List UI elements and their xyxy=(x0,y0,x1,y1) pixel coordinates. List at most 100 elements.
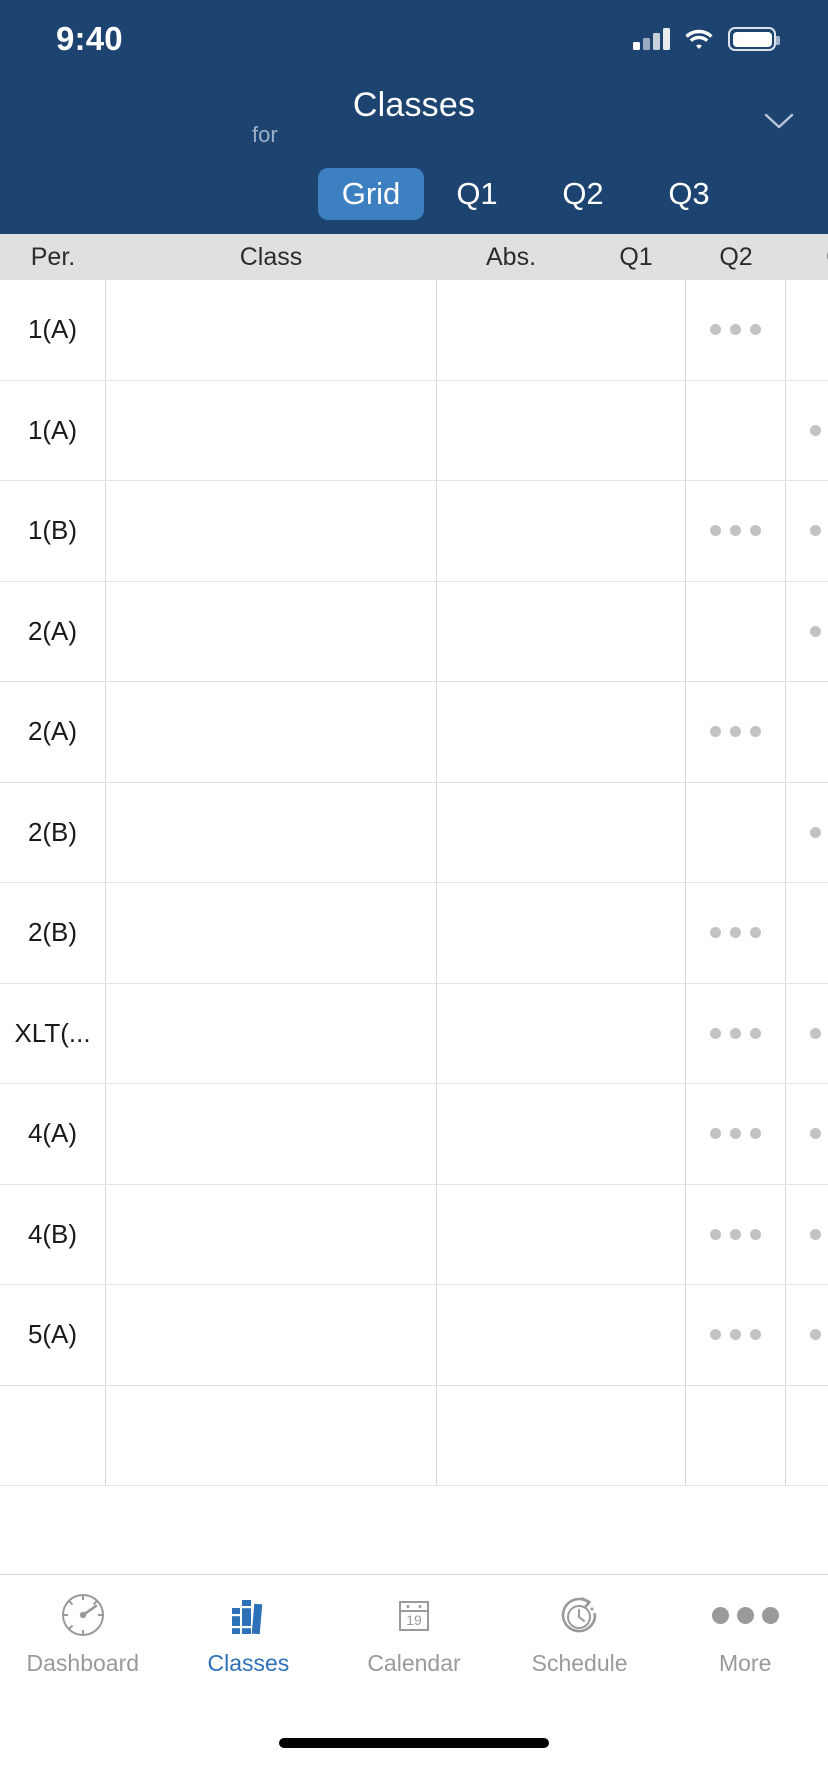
cell-abs[interactable] xyxy=(436,280,586,380)
cell-abs[interactable] xyxy=(436,1184,586,1284)
cell-period[interactable]: 1(B) xyxy=(0,481,106,581)
cell-q2[interactable] xyxy=(686,1285,786,1385)
cell-abs[interactable] xyxy=(436,682,586,782)
cell-q1[interactable] xyxy=(586,1184,686,1284)
cell-q3[interactable] xyxy=(786,984,828,1084)
segment-grid[interactable]: Grid xyxy=(318,168,424,220)
cell-q3[interactable] xyxy=(786,1084,828,1184)
segment-q3[interactable]: Q3 xyxy=(636,168,742,220)
cell-q1[interactable] xyxy=(586,1084,686,1184)
cell-abs[interactable] xyxy=(436,883,586,983)
cell-period[interactable] xyxy=(0,1385,106,1485)
tab-schedule[interactable]: Schedule xyxy=(497,1589,663,1677)
cell-q3[interactable] xyxy=(786,381,828,481)
cell-abs[interactable] xyxy=(436,581,586,681)
cell-q3[interactable] xyxy=(786,1185,828,1285)
cell-abs[interactable] xyxy=(436,983,586,1083)
cell-q1[interactable] xyxy=(586,481,686,581)
cell-q2[interactable] xyxy=(686,1385,786,1485)
cell-period[interactable]: 2(B) xyxy=(0,883,106,983)
cell-q1[interactable] xyxy=(586,883,686,983)
cell-class[interactable] xyxy=(106,682,436,782)
table-row[interactable]: 1(A) xyxy=(0,280,828,381)
tab-more[interactable]: More xyxy=(662,1589,828,1677)
cell-q2[interactable] xyxy=(686,1184,786,1284)
column-header-q3[interactable]: Q xyxy=(786,243,828,272)
cell-q2[interactable] xyxy=(686,1084,786,1184)
cell-class[interactable] xyxy=(106,1285,436,1385)
cell-q2[interactable] xyxy=(686,782,786,882)
table-row[interactable]: 1(A) xyxy=(0,380,828,481)
cell-q3[interactable] xyxy=(786,481,828,581)
table-row[interactable]: 2(A) xyxy=(0,682,828,783)
cell-q2[interactable] xyxy=(686,682,786,782)
tab-dashboard[interactable]: Dashboard xyxy=(0,1589,166,1677)
cell-period[interactable]: XLT(... xyxy=(0,983,106,1083)
cell-abs[interactable] xyxy=(436,782,586,882)
cell-q2[interactable] xyxy=(686,380,786,480)
table-row[interactable]: 4(B) xyxy=(0,1184,828,1285)
cell-period[interactable]: 4(B) xyxy=(0,1184,106,1284)
cell-class[interactable] xyxy=(106,582,436,682)
segment-q1[interactable]: Q1 xyxy=(424,168,530,220)
cell-class[interactable] xyxy=(106,280,436,380)
cell-class[interactable] xyxy=(106,984,436,1084)
cell-q3[interactable] xyxy=(786,682,828,782)
cell-class[interactable] xyxy=(106,481,436,581)
cell-abs[interactable] xyxy=(436,380,586,480)
cell-period[interactable]: 4(A) xyxy=(0,1084,106,1184)
cell-period[interactable]: 1(A) xyxy=(0,380,106,480)
cell-period[interactable]: 2(A) xyxy=(0,682,106,782)
table-row[interactable]: 5(A) xyxy=(0,1285,828,1386)
chevron-down-icon[interactable] xyxy=(762,104,796,138)
cell-q2[interactable] xyxy=(686,983,786,1083)
column-header-period[interactable]: Per. xyxy=(0,243,106,272)
classes-grid[interactable]: Per. Class Abs. Q1 Q2 Q 1(A)1(A)1(B)2(A)… xyxy=(0,234,828,1574)
cell-q1[interactable] xyxy=(586,682,686,782)
cell-class[interactable] xyxy=(106,381,436,481)
table-row[interactable]: 1(B) xyxy=(0,481,828,582)
table-row[interactable] xyxy=(0,1385,828,1486)
column-header-class[interactable]: Class xyxy=(106,243,436,272)
cell-period[interactable]: 2(A) xyxy=(0,581,106,681)
table-row[interactable]: 4(A) xyxy=(0,1084,828,1185)
segment-q2[interactable]: Q2 xyxy=(530,168,636,220)
cell-class[interactable] xyxy=(106,883,436,983)
cell-q3[interactable] xyxy=(786,1386,828,1486)
cell-period[interactable]: 1(A) xyxy=(0,280,106,380)
cell-q1[interactable] xyxy=(586,380,686,480)
table-row[interactable]: 2(B) xyxy=(0,782,828,883)
column-header-q2[interactable]: Q2 xyxy=(686,243,786,272)
cell-q3[interactable] xyxy=(786,280,828,380)
bottom-tab-bar[interactable]: Dashboard Classes 19 Calendar Schedule M… xyxy=(0,1574,828,1714)
cell-q1[interactable] xyxy=(586,280,686,380)
cell-abs[interactable] xyxy=(436,1385,586,1485)
cell-q1[interactable] xyxy=(586,1285,686,1385)
view-segmented-control[interactable]: Grid Q1 Q2 Q3 xyxy=(318,168,828,220)
cell-q2[interactable] xyxy=(686,280,786,380)
cell-q2[interactable] xyxy=(686,883,786,983)
tab-calendar[interactable]: 19 Calendar xyxy=(331,1589,497,1677)
cell-q1[interactable] xyxy=(586,1385,686,1485)
cell-q1[interactable] xyxy=(586,983,686,1083)
cell-period[interactable]: 5(A) xyxy=(0,1285,106,1385)
cell-q3[interactable] xyxy=(786,783,828,883)
column-header-abs[interactable]: Abs. xyxy=(436,243,586,272)
cell-abs[interactable] xyxy=(436,1084,586,1184)
cell-class[interactable] xyxy=(106,1386,436,1486)
table-row[interactable]: XLT(... xyxy=(0,983,828,1084)
home-indicator[interactable] xyxy=(279,1738,549,1748)
table-row[interactable]: 2(A) xyxy=(0,581,828,682)
cell-q3[interactable] xyxy=(786,883,828,983)
cell-class[interactable] xyxy=(106,1084,436,1184)
cell-class[interactable] xyxy=(106,783,436,883)
cell-q2[interactable] xyxy=(686,481,786,581)
tab-classes[interactable]: Classes xyxy=(166,1589,332,1677)
table-row[interactable]: 2(B) xyxy=(0,883,828,984)
cell-q1[interactable] xyxy=(586,782,686,882)
cell-q3[interactable] xyxy=(786,1285,828,1385)
cell-abs[interactable] xyxy=(436,481,586,581)
cell-period[interactable]: 2(B) xyxy=(0,782,106,882)
cell-q1[interactable] xyxy=(586,581,686,681)
cell-q3[interactable] xyxy=(786,582,828,682)
